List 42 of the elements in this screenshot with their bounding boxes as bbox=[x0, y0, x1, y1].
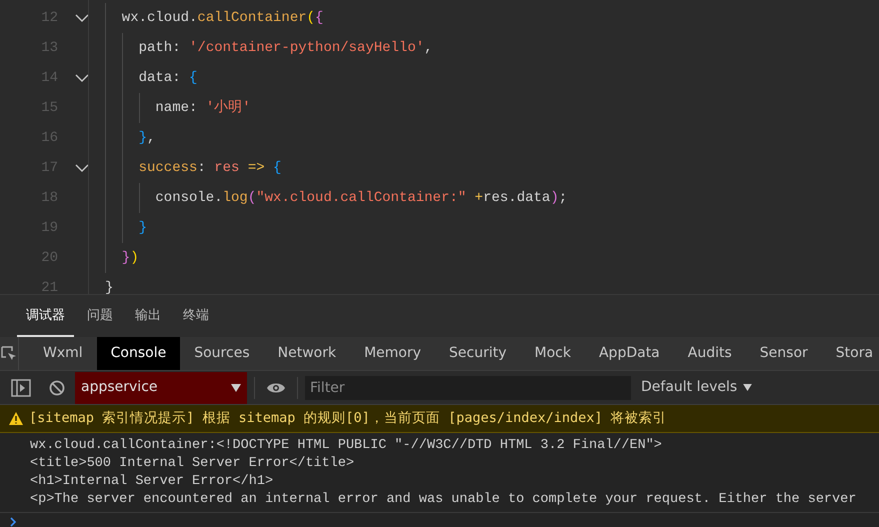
devtools-tab[interactable]: Network bbox=[264, 336, 350, 370]
devtools-tab[interactable]: Mock bbox=[520, 336, 585, 370]
context-select[interactable]: appservice bbox=[75, 372, 247, 404]
warning-icon bbox=[9, 412, 23, 425]
code-line: name: '小明' bbox=[105, 93, 251, 123]
prompt-chevron-icon[interactable] bbox=[10, 517, 17, 527]
devtools-tab[interactable]: Sensor bbox=[746, 336, 822, 370]
panel-tab[interactable]: 问题 bbox=[78, 295, 122, 337]
code-line: }, bbox=[105, 123, 156, 153]
devtools-tab[interactable]: Memory bbox=[350, 336, 436, 370]
code-line: wx.cloud.callContainer({ bbox=[105, 3, 324, 33]
devtools-tab[interactable]: AppData bbox=[584, 336, 674, 370]
code-line: success: res => { bbox=[105, 153, 282, 183]
devtools-tab[interactable]: Sources bbox=[180, 336, 264, 370]
code-line: console.log("wx.cloud.callContainer:" +res.data); bbox=[105, 183, 568, 213]
devtools-tab[interactable]: Console bbox=[96, 336, 180, 370]
sidebar-toggle-icon[interactable] bbox=[11, 378, 31, 397]
eye-icon[interactable] bbox=[266, 380, 286, 395]
log-line: wx.cloud.callContainer:<!DOCTYPE HTML PUBLIC "-//W3C//DTD HTML 3.2 Final//EN"> bbox=[30, 437, 663, 455]
devtools-tab[interactable]: Stora bbox=[822, 336, 879, 370]
panel-tab[interactable]: 输出 bbox=[126, 295, 170, 337]
devtools-tab[interactable]: Wxml bbox=[29, 336, 97, 370]
code-line: path: '/container-python/sayHello', bbox=[105, 33, 433, 63]
filter-field[interactable]: Filter bbox=[305, 376, 631, 400]
code-line: } bbox=[105, 213, 147, 243]
warning-text: [sitemap 索引情况提示] 根据 sitemap 的规则[0]，当前页面 [pages/index/index] 将被索引 bbox=[29, 409, 667, 428]
log-line: <p>The server encountered an internal error and was unable to complete your request. Either the server bbox=[30, 491, 858, 509]
devtools-tab[interactable]: Security bbox=[435, 336, 521, 370]
levels-dropdown[interactable]: Default levels bbox=[641, 377, 752, 398]
code-line: }) bbox=[105, 243, 139, 273]
log-line: <title>500 Internal Server Error</title> bbox=[30, 455, 356, 473]
log-line: <h1>Internal Server Error</h1> bbox=[30, 473, 274, 491]
caret-icon bbox=[231, 384, 241, 392]
chevron-down-icon[interactable] bbox=[74, 164, 88, 172]
code-line: } bbox=[105, 279, 114, 294]
devtools-tab[interactable]: Audits bbox=[674, 336, 746, 370]
chevron-down-icon[interactable] bbox=[74, 74, 88, 82]
clear-console-icon[interactable] bbox=[49, 380, 65, 396]
code-line: data: { bbox=[105, 63, 198, 93]
caret-icon bbox=[743, 384, 752, 392]
panel-tab[interactable]: 终端 bbox=[174, 295, 218, 337]
chevron-down-icon[interactable] bbox=[74, 14, 88, 22]
